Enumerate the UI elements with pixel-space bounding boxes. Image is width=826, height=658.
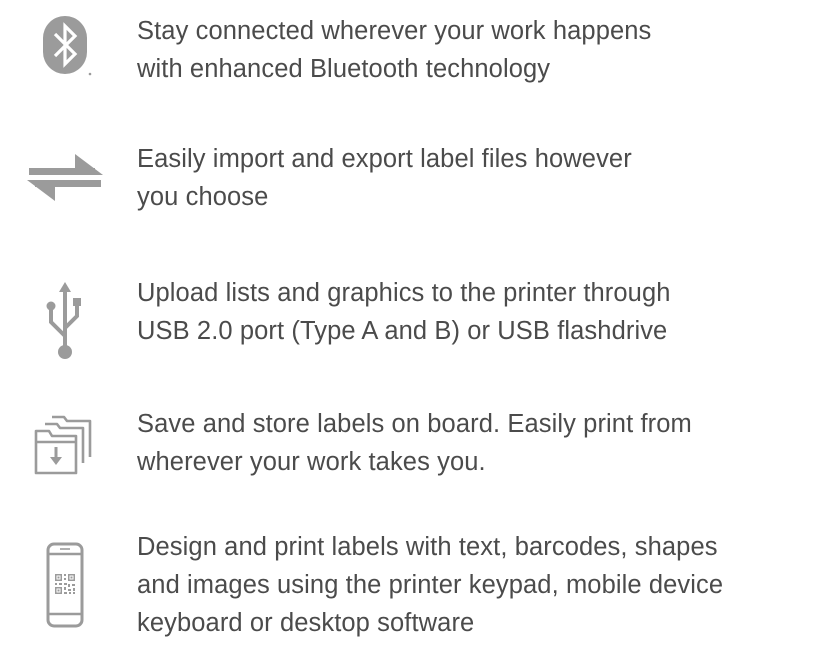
feature-import-export: Easily import and export label files how…: [0, 130, 826, 230]
feature-line: USB 2.0 port (Type A and B) or USB flash…: [137, 317, 668, 345]
feature-line: Stay connected wherever your work happen…: [137, 17, 652, 45]
feature-import-export-text: Easily import and export label files how…: [137, 140, 817, 216]
feature-line: you choose: [137, 183, 269, 211]
usb-icon: [20, 276, 110, 366]
feature-line: keyboard or desktop software: [137, 609, 475, 637]
feature-line: Easily import and export label files how…: [137, 145, 632, 173]
feature-save-store: Save and store labels on board. Easily p…: [0, 395, 826, 495]
smartphone-qr-code-icon: [20, 535, 110, 635]
feature-design-print: Design and print labels with text, barco…: [0, 525, 826, 658]
transfer-arrows-icon: [20, 146, 110, 206]
feature-usb: Upload lists and graphics to the printer…: [0, 268, 826, 368]
bluetooth-icon: [20, 10, 110, 80]
feature-line: Upload lists and graphics to the printer…: [137, 279, 671, 307]
stacked-folders-download-icon: [20, 409, 110, 479]
feature-usb-text: Upload lists and graphics to the printer…: [137, 274, 817, 350]
feature-line: and images using the printer keypad, mob…: [137, 571, 724, 599]
feature-bluetooth-text: Stay connected wherever your work happen…: [137, 12, 817, 88]
feature-save-store-text: Save and store labels on board. Easily p…: [137, 405, 817, 481]
feature-line: Save and store labels on board. Easily p…: [137, 410, 692, 438]
feature-bluetooth: Stay connected wherever your work happen…: [0, 0, 826, 100]
feature-line: wherever your work takes you.: [137, 448, 486, 476]
feature-design-print-text: Design and print labels with text, barco…: [137, 528, 817, 642]
feature-line: Design and print labels with text, barco…: [137, 533, 718, 561]
feature-line: with enhanced Bluetooth technology: [137, 55, 551, 83]
